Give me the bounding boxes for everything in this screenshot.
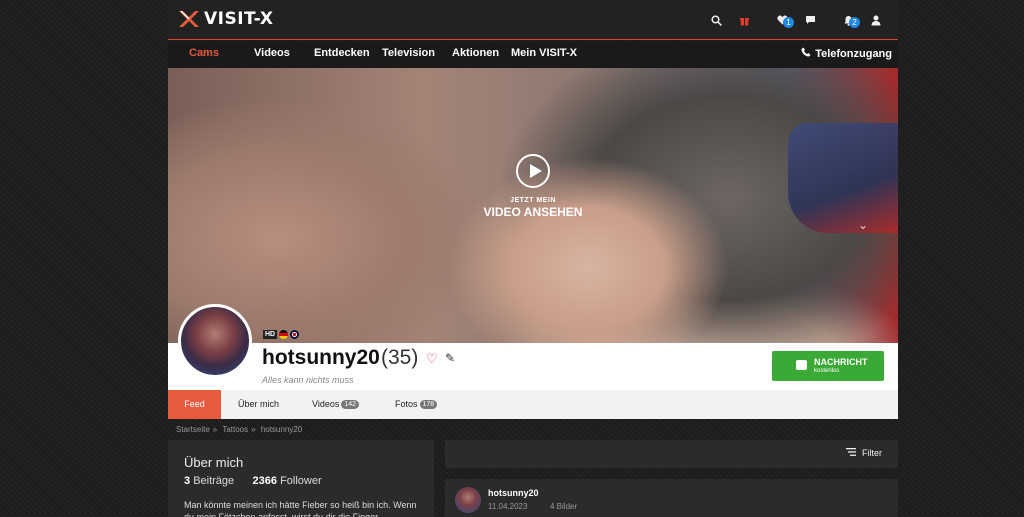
phone-access-link[interactable]: Telefonzugang [801,47,892,60]
post-image-count: 4 Bilder [550,502,578,511]
hd-badge: HD [263,330,278,339]
message-icon [796,360,807,370]
nav-item-videos[interactable]: Videos [254,47,290,59]
uk-flag-icon [290,330,300,339]
feed-post[interactable]: hotsunny20 11.04.2023 4 Bilder [445,479,898,517]
breadcrumb-current: hotsunny20 [260,425,303,434]
videos-count-badge: 142 [341,400,360,409]
video-cta-big[interactable]: VIDEO ANSEHEN [458,205,608,219]
message-button-sub: kostenlos [814,368,840,374]
age: (35) [381,346,419,369]
breadcrumb-category[interactable]: Tattoos [222,425,248,434]
about-stats: 3 Beiträge 2366 Follower [184,475,322,487]
message-button[interactable]: NACHRICHT kostenlos [772,351,884,381]
chevron-down-icon: ⌄ [857,218,868,232]
followers-label: Follower [280,475,322,487]
tab-about[interactable]: Über mich [238,390,279,419]
video-cta-small[interactable]: JETZT MEIN [458,197,608,204]
tab-feed-label: Feed [184,399,205,409]
filter-button[interactable]: Filter [846,448,882,458]
play-icon[interactable] [516,154,550,188]
heart-icon[interactable]: 1 [768,11,796,29]
post-date: 11.04.2023 [488,502,528,511]
profile-motto: Alles kann nichts muss [262,375,354,385]
avatar[interactable] [178,304,252,378]
tab-videos[interactable]: Videos 142 [312,390,360,419]
profile-tabs: Feed Über mich Videos 142 Fotos 178 [168,390,898,419]
logo[interactable]: VISIT-X [178,9,273,29]
hero-background [788,123,898,233]
favorites-badge: 1 [783,17,794,28]
nav-item-entdecken[interactable]: Entdecken [314,47,370,59]
photos-count-badge: 178 [419,400,438,409]
breadcrumb-separator: » [212,425,218,434]
brand-x-icon [178,10,200,28]
top-icons: 1 2 [702,11,890,29]
brand-name: VISIT-X [204,9,274,29]
post-author[interactable]: hotsunny20 [488,488,539,498]
nav-item-cams[interactable]: Cams [189,47,219,59]
about-card: Über mich 3 Beiträge 2366 Follower Man k… [168,440,434,517]
top-bar: VISIT-X 1 2 [168,0,898,40]
page: VISIT-X 1 2 Cams Videos Entdecken Televi… [168,0,898,517]
tab-about-label: Über mich [238,399,280,409]
favorite-heart-icon[interactable]: ♡ [426,351,438,367]
followers-count: 2366 [252,475,277,487]
post-avatar[interactable] [455,487,481,513]
phone-label: Telefonzugang [815,47,892,60]
feed-filter-bar: Filter [445,440,898,468]
filter-icon [846,448,856,458]
edit-note-icon[interactable]: ✎ [445,351,455,365]
hero-video-banner[interactable]: JETZT MEIN VIDEO ANSEHEN ⌄ [168,68,898,343]
nav-item-aktionen[interactable]: Aktionen [452,47,499,59]
tab-photos-label: Fotos [395,399,418,409]
breadcrumb-home[interactable]: Startseite [176,425,210,434]
username: hotsunny20 [262,346,380,369]
about-title: Über mich [184,455,244,470]
tab-videos-label: Videos [312,399,340,409]
about-bio: Man könnte meinen ich hätte Fieber so he… [184,500,417,517]
main-nav: Cams Videos Entdecken Television Aktione… [168,41,898,68]
notifications-badge: 2 [849,17,860,28]
tab-feed[interactable]: Feed [168,390,221,419]
posts-count: 3 [184,475,191,487]
phone-icon [801,47,811,60]
breadcrumb: Startseite» Tattoos» hotsunny20 [176,425,305,434]
nav-item-television[interactable]: Television [382,47,435,59]
breadcrumb-separator: » [251,425,256,434]
language-flags: HD [263,330,300,339]
filter-label: Filter [862,448,882,458]
search-icon[interactable] [702,11,730,29]
gift-icon[interactable] [730,11,758,29]
chat-icon[interactable] [796,11,824,29]
german-flag-icon [279,330,289,339]
bell-icon[interactable]: 2 [834,11,862,29]
user-icon[interactable] [862,11,890,29]
nav-item-mein-visit-x[interactable]: Mein VISIT-X [511,47,577,59]
tab-photos[interactable]: Fotos 178 [395,390,438,419]
message-button-label: NACHRICHT [814,357,868,367]
posts-label: Beiträge [193,475,235,487]
